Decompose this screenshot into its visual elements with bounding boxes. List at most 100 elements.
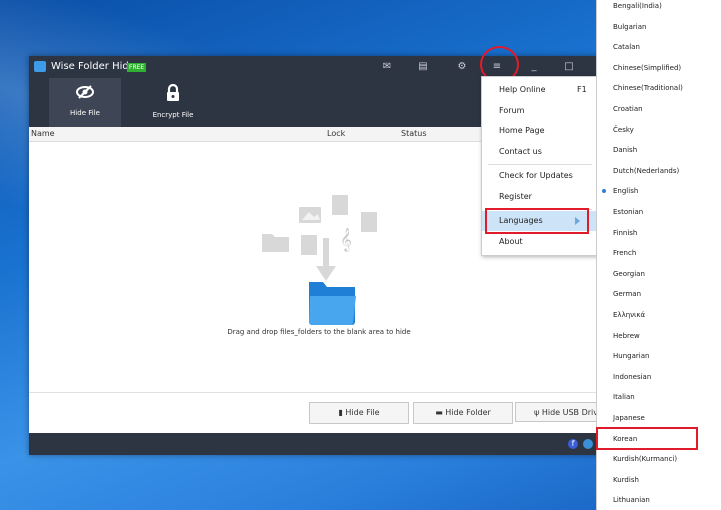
hidden-eye-icon xyxy=(49,84,121,104)
language-item[interactable]: Catalan xyxy=(597,37,721,57)
down-arrow-icon xyxy=(316,266,336,281)
language-label: Chinese(Traditional) xyxy=(613,84,683,93)
encrypt-file-tab-label: Encrypt File xyxy=(152,111,194,119)
action-bar: ▮ Hide File ▬ Hide Folder ψ Hide USB Dri… xyxy=(29,392,609,433)
language-item[interactable]: German xyxy=(597,284,721,304)
column-name[interactable]: Name xyxy=(31,129,55,138)
hide-file-tab-label: Hide File xyxy=(70,109,100,117)
language-item[interactable]: Kurdish xyxy=(597,470,721,490)
language-item[interactable]: Ελληνικά xyxy=(597,305,721,325)
language-item[interactable]: Chinese(Simplified) xyxy=(597,58,721,78)
facebook-icon[interactable]: f xyxy=(568,439,578,449)
language-item[interactable]: Lithuanian xyxy=(597,490,721,510)
menu-help-shortcut: F1 xyxy=(577,85,587,94)
pdf-icon xyxy=(332,195,348,215)
language-label: Bengali(India) xyxy=(613,2,662,10)
language-item[interactable]: Chinese(Traditional) xyxy=(597,78,721,98)
language-label: Hebrew xyxy=(613,331,640,340)
maximize-icon[interactable]: □ xyxy=(562,60,576,74)
korean-highlight xyxy=(596,427,698,450)
document-icon xyxy=(361,212,377,232)
column-lock[interactable]: Lock xyxy=(327,129,345,138)
language-label: Hungarian xyxy=(613,352,650,361)
language-label: Estonian xyxy=(613,208,644,216)
language-item[interactable]: Finnish xyxy=(597,223,721,243)
language-item[interactable]: Bengali(India) xyxy=(597,0,721,16)
language-label: Finnish xyxy=(613,228,638,237)
language-item[interactable]: Italian xyxy=(597,387,721,407)
hide-usb-drive-button[interactable]: ψ Hide USB Drive xyxy=(515,402,609,422)
usb-icon: ψ xyxy=(534,408,542,417)
language-label: Lithuanian xyxy=(613,496,650,505)
menu-item-check-updates[interactable]: Check for Updates xyxy=(482,166,597,186)
music-note-icon: 𝄞 xyxy=(340,227,352,252)
language-label: Catalan xyxy=(613,43,640,52)
language-item[interactable]: Hebrew xyxy=(597,326,721,346)
film-icon xyxy=(301,235,317,255)
language-item[interactable]: Japanese xyxy=(597,408,721,428)
language-label: Kurdish xyxy=(613,475,639,484)
language-item[interactable]: Bulgarian xyxy=(597,17,721,37)
language-item[interactable]: Kurdish(Kurmanci) xyxy=(597,449,721,469)
language-label: German xyxy=(613,290,642,299)
menu-item-help-online[interactable]: Help Online F1 xyxy=(482,80,597,100)
language-item[interactable]: Georgian xyxy=(597,264,721,284)
hide-file-button-label: Hide File xyxy=(345,408,380,417)
hide-file-button[interactable]: ▮ Hide File xyxy=(309,402,409,424)
language-label: Ελληνικά xyxy=(613,311,646,319)
menu-about-label: About xyxy=(499,237,523,246)
language-item[interactable]: Hungarian xyxy=(597,346,721,366)
menu-forum-label: Forum xyxy=(499,106,525,115)
language-item[interactable]: English xyxy=(597,181,721,201)
language-label: Česky xyxy=(613,125,634,134)
language-label: English xyxy=(613,187,639,196)
folder-gray-icon xyxy=(262,234,289,252)
language-item[interactable]: Česky xyxy=(597,120,721,140)
language-label: French xyxy=(613,249,637,258)
language-item[interactable]: Croatian xyxy=(597,99,721,119)
hide-folder-button[interactable]: ▬ Hide Folder xyxy=(413,402,513,424)
menu-contact-us-label: Contact us xyxy=(499,147,542,156)
language-label: Bulgarian xyxy=(613,22,647,31)
blue-folder-icon xyxy=(309,282,356,326)
status-footer: f xyxy=(29,433,609,455)
encrypt-file-tab[interactable]: Encrypt File xyxy=(137,78,209,127)
language-item[interactable]: Dutch(Nederlands) xyxy=(597,161,721,181)
language-label: Georgian xyxy=(613,269,645,278)
language-label: Chinese(Simplified) xyxy=(613,63,682,72)
app-logo-icon xyxy=(34,61,46,72)
column-status[interactable]: Status xyxy=(401,129,427,138)
languages-highlight xyxy=(485,208,589,234)
twitter-icon[interactable] xyxy=(583,439,593,449)
hide-file-tab[interactable]: Hide File xyxy=(49,78,121,127)
selected-dot-icon xyxy=(602,189,606,194)
hide-usb-button-label: Hide USB Drive xyxy=(541,408,603,417)
menu-help-online-label: Help Online xyxy=(499,85,546,94)
title-bar: Wise Folder Hider FREE ✉ ▤ ⚙ ≡ _ □ xyxy=(29,56,609,78)
menu-item-home-page[interactable]: Home Page xyxy=(482,121,597,141)
language-item[interactable]: French xyxy=(597,243,721,263)
menu-home-page-label: Home Page xyxy=(499,126,545,135)
minimize-icon[interactable]: _ xyxy=(527,60,541,74)
menu-register-label: Register xyxy=(499,192,532,201)
settings-icon[interactable]: ⚙ xyxy=(455,60,469,74)
menu-item-contact-us[interactable]: Contact us xyxy=(482,142,597,162)
language-label: Indonesian xyxy=(613,372,652,381)
menu-item-about[interactable]: About xyxy=(482,232,597,252)
language-label: Japanese xyxy=(613,414,645,422)
language-item[interactable]: Danish xyxy=(597,140,721,160)
lock-icon xyxy=(137,83,209,106)
language-item[interactable]: Estonian xyxy=(597,202,721,222)
hide-folder-button-label: Hide Folder xyxy=(445,408,491,417)
menu-item-forum[interactable]: Forum xyxy=(482,101,597,121)
language-label: Italian xyxy=(613,393,635,402)
drop-hint-text: Drag and drop files_folders to the blank… xyxy=(227,328,411,336)
menu-item-register[interactable]: Register xyxy=(482,187,597,207)
app-title: Wise Folder Hider xyxy=(51,61,139,72)
mail-icon[interactable]: ✉ xyxy=(380,60,394,74)
menu-separator xyxy=(488,164,592,165)
file-type-icons: 𝄞 xyxy=(262,195,377,281)
feedback-icon[interactable]: ▤ xyxy=(416,60,430,74)
language-item[interactable]: Indonesian xyxy=(597,367,721,387)
language-label: Croatian xyxy=(613,105,643,113)
